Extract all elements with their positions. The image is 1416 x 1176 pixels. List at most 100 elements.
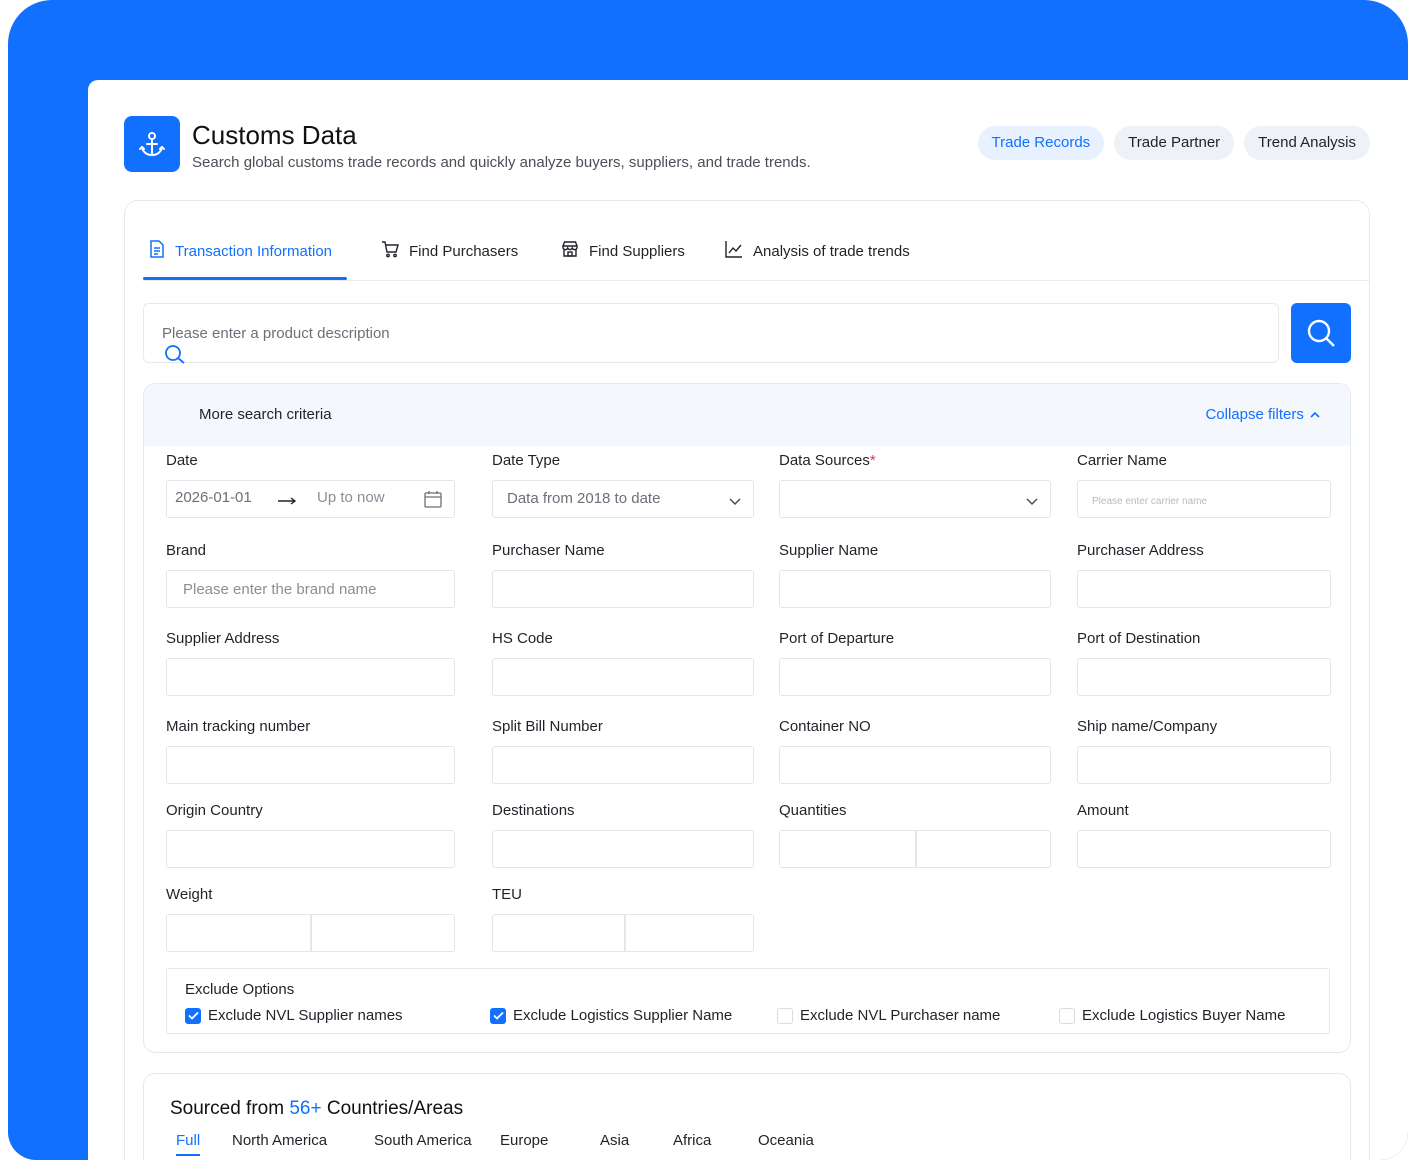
port-departure-label: Port of Departure <box>779 630 895 647</box>
date-type-select[interactable]: Data from 2018 to date <box>492 480 754 518</box>
date-type-label: Date Type <box>492 452 561 469</box>
range-divider <box>624 915 626 951</box>
purchaser-address-input[interactable] <box>1092 579 1316 599</box>
carrier-name-input[interactable] <box>1092 489 1316 509</box>
origin-country-input[interactable] <box>181 839 440 859</box>
tab-label: Analysis of trade trends <box>753 242 910 260</box>
data-sources-label: Data Sources* <box>779 452 876 469</box>
chevron-up-icon <box>1310 411 1320 418</box>
document-icon <box>149 240 165 262</box>
search-icon <box>164 344 186 369</box>
checkbox-empty-icon <box>777 1007 793 1024</box>
exclude-options-title: Exclude Options <box>185 981 295 998</box>
teu-range-field[interactable] <box>492 914 754 952</box>
purchaser-name-field[interactable] <box>492 570 754 608</box>
sourced-title: Sourced from 56+ Countries/Areas <box>170 1098 464 1119</box>
purchaser-name-input[interactable] <box>507 579 739 599</box>
split-bill-input[interactable] <box>507 755 739 775</box>
ship-name-field[interactable] <box>1077 746 1331 784</box>
origin-country-field[interactable] <box>166 830 455 868</box>
region-tab-europe[interactable]: Europe <box>500 1132 548 1149</box>
region-tab-north-america[interactable]: North America <box>232 1132 327 1149</box>
date-end: Up to now <box>317 489 385 506</box>
tab-find-suppliers[interactable]: Find Suppliers <box>561 239 685 263</box>
container-no-field[interactable] <box>779 746 1051 784</box>
quantities-range-field[interactable] <box>779 830 1051 868</box>
split-bill-label: Split Bill Number <box>492 718 603 735</box>
container-no-input[interactable] <box>794 755 1036 775</box>
cart-icon <box>381 240 399 262</box>
brand-field[interactable] <box>166 570 455 608</box>
carrier-name-label: Carrier Name <box>1077 452 1168 469</box>
purchaser-address-label: Purchaser Address <box>1077 542 1204 559</box>
region-tab-asia[interactable]: Asia <box>600 1132 629 1149</box>
destinations-label: Destinations <box>492 802 575 819</box>
nav-trade-partner[interactable]: Trade Partner <box>1114 126 1235 160</box>
page-subtitle: Search global customs trade records and … <box>192 154 811 171</box>
brand-input[interactable] <box>183 579 442 599</box>
region-tab-full[interactable]: Full <box>176 1132 201 1156</box>
split-bill-field[interactable] <box>492 746 754 784</box>
app-frame: Customs Data Search global customs trade… <box>8 0 1408 1160</box>
checkbox-empty-icon <box>1059 1007 1075 1024</box>
supplier-name-input[interactable] <box>794 579 1036 599</box>
search-icon <box>1307 319 1335 347</box>
range-divider <box>310 915 312 951</box>
date-range-picker[interactable]: 2026-01-01 Up to now <box>166 480 455 518</box>
main-panel: Customs Data Search global customs trade… <box>88 80 1408 1160</box>
amount-input[interactable] <box>1092 839 1316 859</box>
calendar-icon <box>424 490 442 513</box>
product-search-input[interactable] <box>162 322 962 344</box>
search-button[interactable] <box>1291 303 1351 363</box>
port-departure-input[interactable] <box>794 667 1036 687</box>
more-criteria-label: More search criteria <box>199 406 332 423</box>
data-sources-select[interactable] <box>779 480 1051 518</box>
nav-trade-records[interactable]: Trade Records <box>977 126 1105 160</box>
port-destination-label: Port of Destination <box>1077 630 1201 647</box>
supplier-address-field[interactable] <box>166 658 455 696</box>
chevron-down-icon <box>1026 493 1038 511</box>
checkbox-checked-icon <box>490 1007 506 1024</box>
hs-code-field[interactable] <box>492 658 754 696</box>
hs-code-input[interactable] <box>507 667 739 687</box>
weight-range-field[interactable] <box>166 914 455 952</box>
filter-panel: More search criteria Collapse filters Da… <box>143 383 1351 1053</box>
checkbox-checked-icon <box>185 1007 201 1024</box>
tab-bar: Transaction Information Find Purchasers … <box>143 201 1369 281</box>
port-destination-field[interactable] <box>1077 658 1331 696</box>
amount-field[interactable] <box>1077 830 1331 868</box>
ship-name-input[interactable] <box>1092 755 1316 775</box>
nav-trend-analysis[interactable]: Trend Analysis <box>1244 126 1370 160</box>
arrow-right-icon <box>277 493 297 511</box>
destinations-input[interactable] <box>507 839 739 859</box>
port-departure-field[interactable] <box>779 658 1051 696</box>
main-tracking-field[interactable] <box>166 746 455 784</box>
origin-country-label: Origin Country <box>166 802 263 819</box>
tab-transaction-information[interactable]: Transaction Information <box>149 239 332 263</box>
active-tab-indicator <box>143 277 347 280</box>
region-tab-south-america[interactable]: South America <box>374 1132 472 1149</box>
product-search-box <box>143 303 1279 364</box>
tab-analysis-trends[interactable]: Analysis of trade trends <box>725 239 910 263</box>
tab-find-purchasers[interactable]: Find Purchasers <box>381 239 518 263</box>
exclude-logistics-supplier-checkbox[interactable]: Exclude Logistics Supplier Name <box>490 1007 732 1024</box>
carrier-name-field[interactable] <box>1077 480 1331 518</box>
collapse-filters-link[interactable]: Collapse filters <box>1205 406 1320 423</box>
destinations-field[interactable] <box>492 830 754 868</box>
page-title: Customs Data <box>192 120 357 150</box>
supplier-name-field[interactable] <box>779 570 1051 608</box>
exclude-nvl-supplier-checkbox[interactable]: Exclude NVL Supplier names <box>185 1007 403 1024</box>
supplier-address-input[interactable] <box>181 667 440 687</box>
port-destination-input[interactable] <box>1092 667 1316 687</box>
tab-label: Find Suppliers <box>589 242 685 260</box>
range-divider <box>915 831 917 867</box>
anchor-icon <box>124 116 180 172</box>
exclude-logistics-buyer-checkbox[interactable]: Exclude Logistics Buyer Name <box>1059 1007 1285 1024</box>
exclude-nvl-purchaser-checkbox[interactable]: Exclude NVL Purchaser name <box>777 1007 1000 1024</box>
purchaser-address-field[interactable] <box>1077 570 1331 608</box>
date-label: Date <box>166 452 198 469</box>
region-tab-oceania[interactable]: Oceania <box>758 1132 814 1149</box>
container-no-label: Container NO <box>779 718 871 735</box>
main-tracking-input[interactable] <box>181 755 440 775</box>
region-tab-africa[interactable]: Africa <box>673 1132 711 1149</box>
